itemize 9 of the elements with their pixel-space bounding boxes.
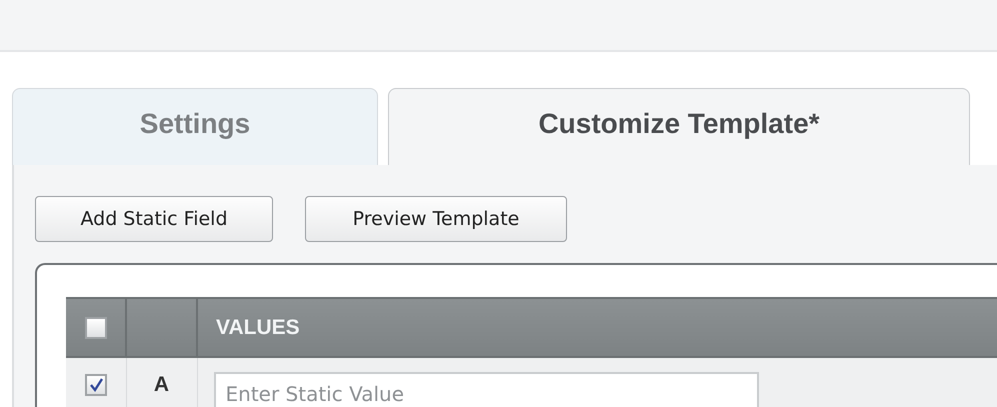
value-input-field[interactable]: Enter Static Value <box>214 372 758 407</box>
row-letter: A <box>154 373 170 396</box>
select-all-checkbox[interactable] <box>84 316 106 338</box>
row-checkbox[interactable] <box>84 374 107 396</box>
tab[interactable]: Customize Template* <box>388 88 970 165</box>
tab[interactable]: Settings <box>12 88 378 165</box>
column-header: VALUES <box>216 316 300 338</box>
toolbar-button[interactable]: Preview Template <box>305 196 567 242</box>
toolbar-button[interactable]: Add Static Field <box>35 196 273 242</box>
